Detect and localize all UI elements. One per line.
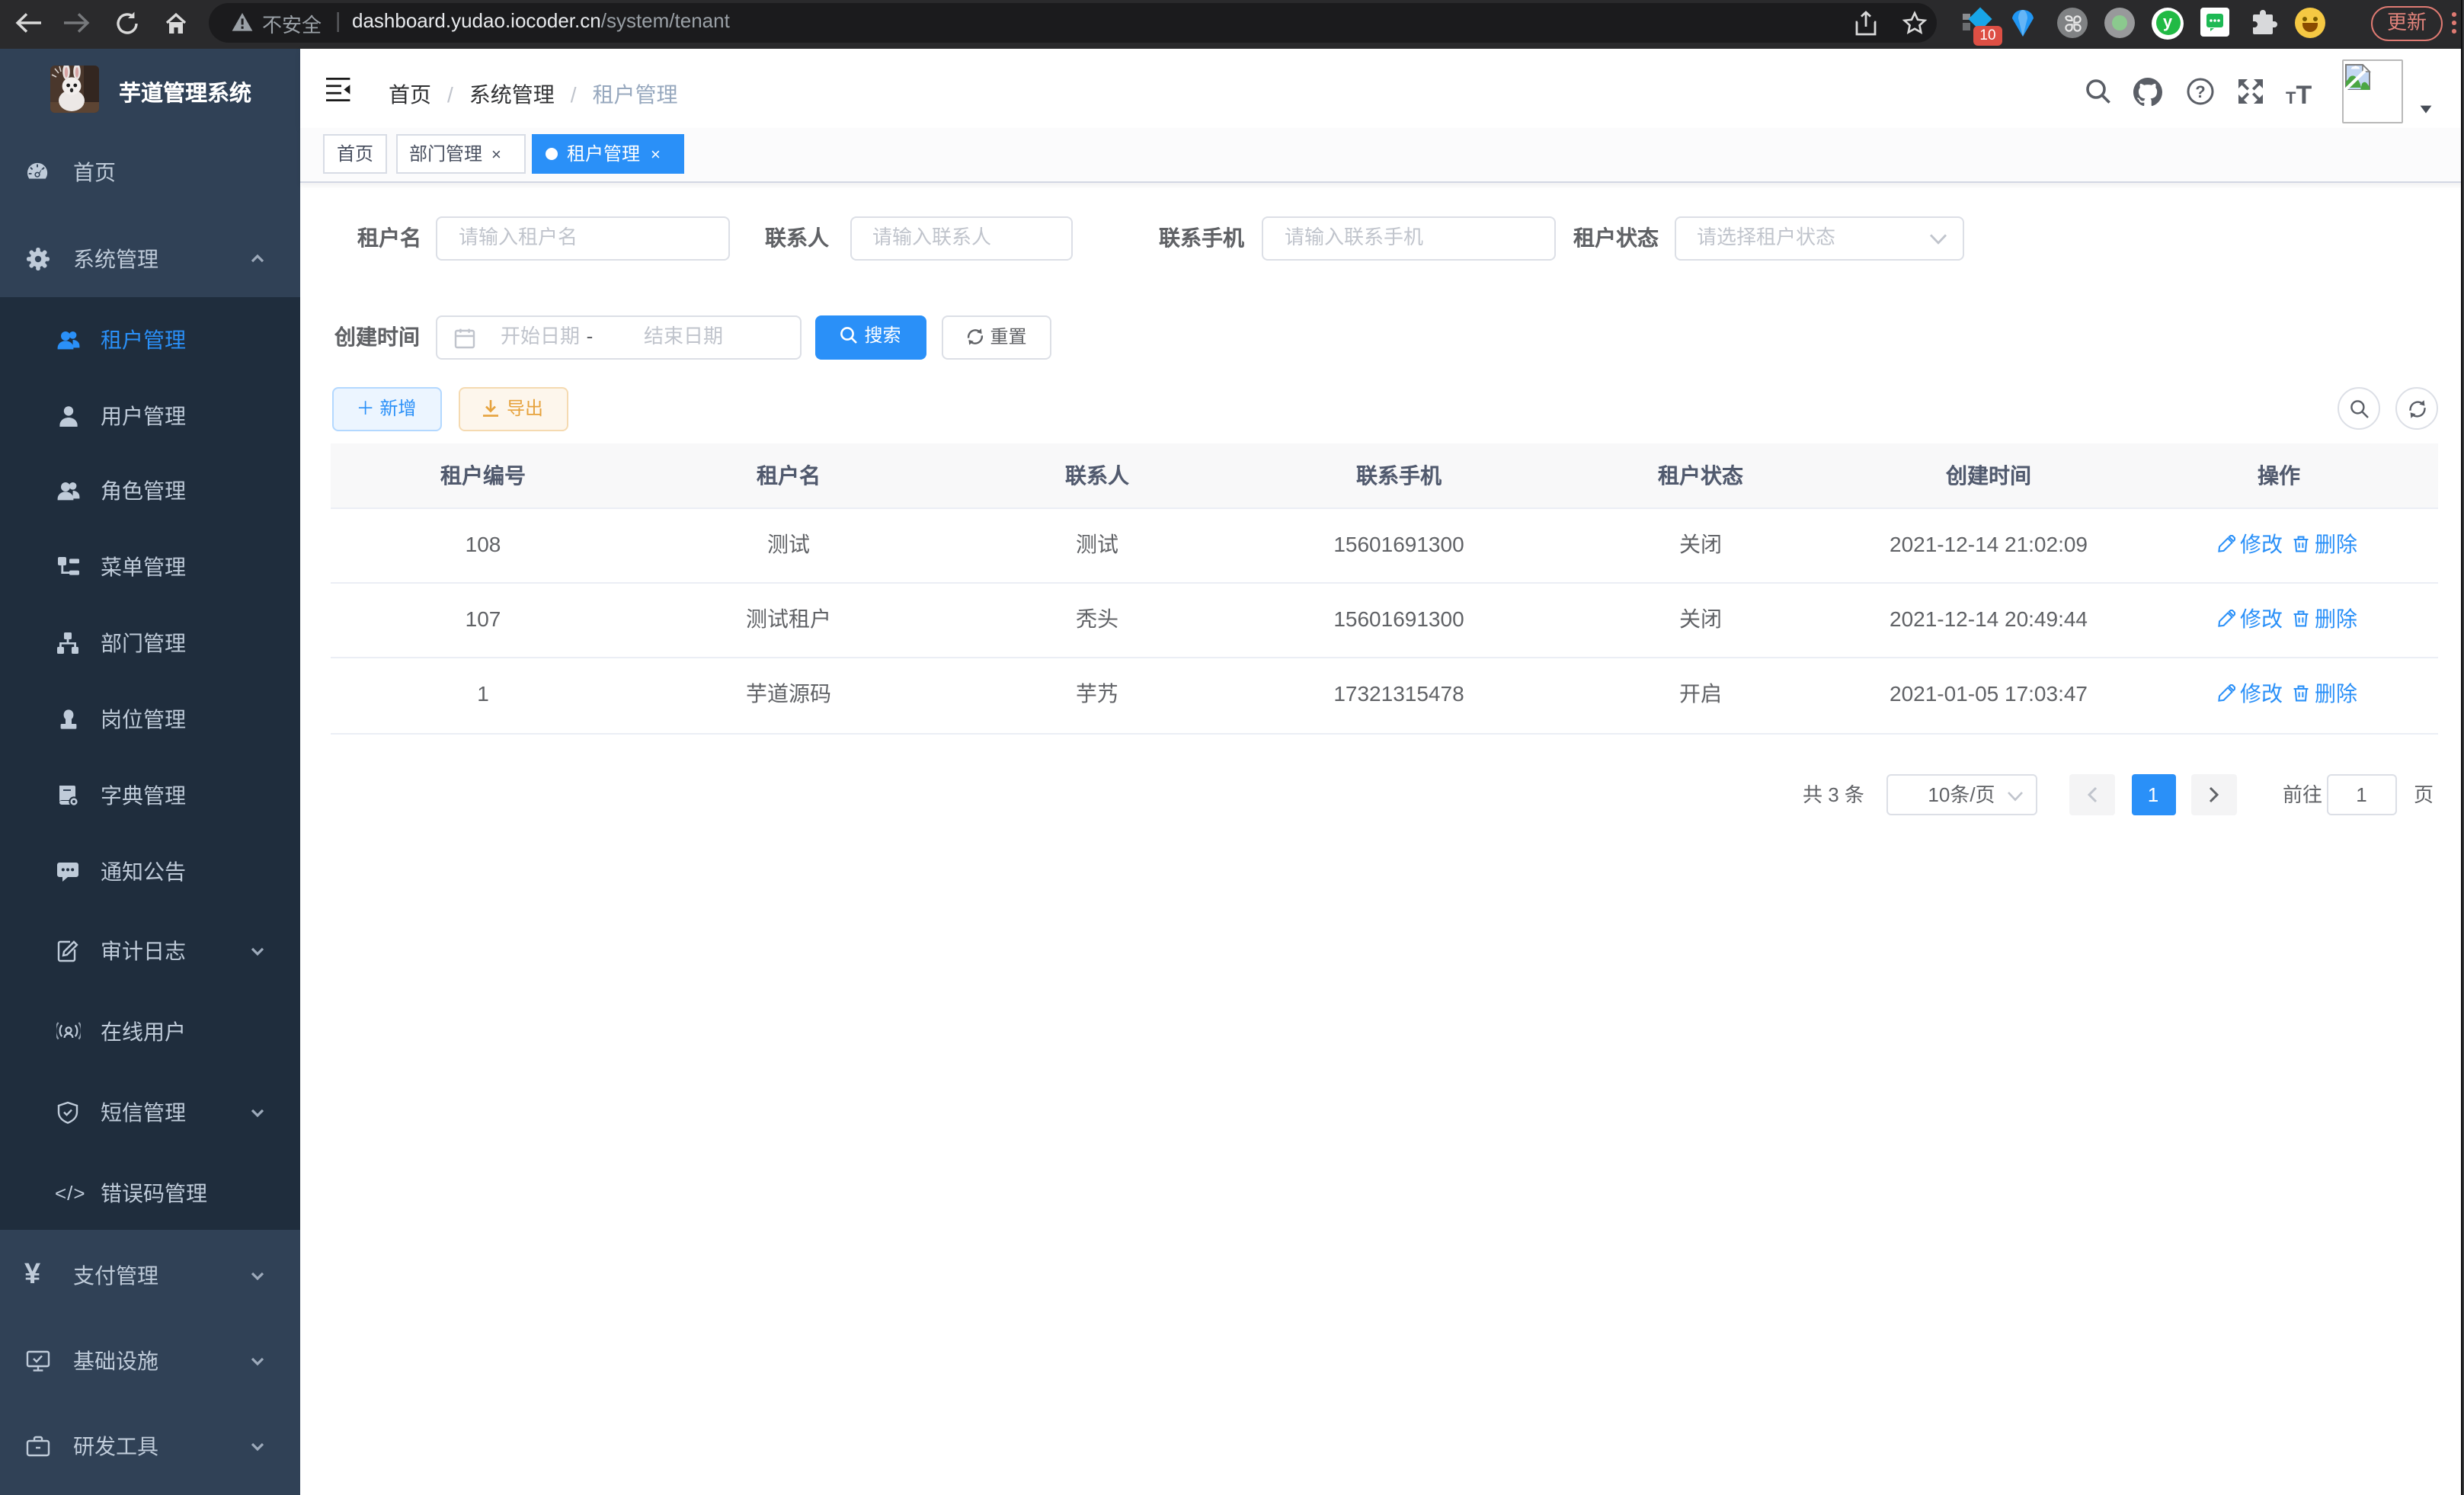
svg-text:?: ? [2194, 82, 2204, 101]
